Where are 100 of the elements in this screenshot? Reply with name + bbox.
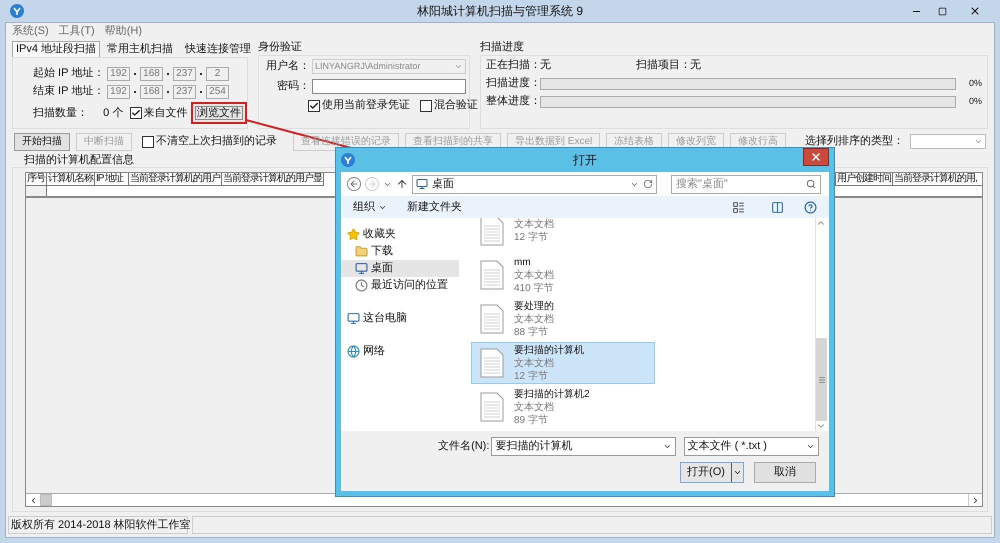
ip-octet-field[interactable]: 192 bbox=[107, 84, 130, 98]
star-icon bbox=[347, 228, 360, 241]
dot-separator bbox=[134, 72, 136, 74]
tab[interactable]: 常用主机扫描 bbox=[102, 42, 178, 57]
caret-icon bbox=[733, 468, 742, 477]
file-type: 文本文档 bbox=[514, 312, 554, 326]
menu-item[interactable]: 系统(S) bbox=[12, 24, 49, 38]
sort-type-label: 选择列排序的类型： bbox=[805, 135, 904, 148]
nav-item[interactable]: 最近访问的位置 bbox=[341, 277, 459, 294]
ip-octet-field[interactable]: 192 bbox=[107, 66, 130, 80]
refresh-icon[interactable] bbox=[643, 179, 653, 189]
nav-item[interactable]: 收藏夹 bbox=[341, 226, 459, 243]
file-item[interactable]: 文本文档 12 字节 bbox=[471, 218, 655, 252]
command-button[interactable]: 新建文件夹 bbox=[407, 200, 462, 214]
group-title: 身份验证 bbox=[258, 41, 302, 55]
command-button[interactable]: 组织 bbox=[353, 200, 387, 214]
up-icon[interactable] bbox=[396, 178, 408, 190]
caret-icon bbox=[974, 137, 983, 146]
maximize-icon bbox=[938, 6, 946, 16]
file-item[interactable]: 要处理的 文本文档 88 字节 bbox=[471, 298, 655, 340]
scroll-thumb[interactable] bbox=[40, 494, 52, 506]
window-title: 林阳城计算机扫描与管理系统 9 bbox=[417, 4, 583, 18]
file-size: 89 字节 bbox=[514, 414, 549, 426]
checkbox-label: 使用当前登录凭证 bbox=[322, 99, 410, 112]
cancel-button[interactable]: 取消 bbox=[754, 462, 816, 483]
dot-separator bbox=[134, 90, 136, 92]
file-size: 88 字节 bbox=[514, 326, 549, 338]
menu-item[interactable]: 工具(T) bbox=[58, 24, 95, 38]
clock-icon bbox=[355, 279, 368, 292]
file-name: 要扫描的计算机2 bbox=[514, 388, 590, 400]
field-label: 用户名： bbox=[265, 60, 311, 73]
progress-label: 整体进度： bbox=[486, 95, 540, 108]
dialog-title: 打开 bbox=[573, 154, 597, 166]
status-text: 版权所有 2014-2018 林阳软件工作室 bbox=[8, 516, 188, 534]
column-header[interactable]: 序号 bbox=[26, 173, 47, 186]
ip-label: 结束 IP 地址： bbox=[33, 85, 106, 98]
ip-octet-field[interactable]: 2 bbox=[206, 66, 229, 80]
checkbox[interactable] bbox=[142, 136, 154, 148]
file-item[interactable]: 要扫描的计算机2 文本文档 89 字节 bbox=[471, 386, 655, 428]
tab[interactable]: 快速连接管理 bbox=[180, 42, 256, 57]
file-type: 文本文档 bbox=[514, 268, 554, 282]
count-value: 0 个 bbox=[103, 106, 124, 120]
tab[interactable]: IPv4 地址段扫描 bbox=[12, 41, 100, 57]
search-field[interactable]: 搜索"桌面" bbox=[671, 174, 821, 194]
progress-reading: 0% bbox=[968, 95, 982, 108]
preview-pane-icon[interactable] bbox=[771, 200, 784, 214]
filename-field[interactable]: 要扫描的计算机 bbox=[491, 437, 676, 456]
text-document-icon bbox=[480, 348, 504, 378]
address-bar[interactable]: 桌面 bbox=[412, 174, 657, 194]
toolbar-button[interactable]: 开始扫描 bbox=[14, 132, 70, 150]
text-document-icon bbox=[480, 304, 504, 334]
open-button[interactable]: 打开(O) bbox=[680, 462, 744, 483]
text-document-icon bbox=[480, 392, 504, 422]
file-item[interactable]: mm 文本文档 410 字节 bbox=[471, 254, 655, 296]
file-name: 要扫描的计算机 bbox=[514, 344, 584, 356]
ip-octet-field[interactable]: 168 bbox=[140, 66, 163, 80]
checkbox-label: 来自文件 bbox=[144, 106, 189, 120]
ip-octet-field[interactable]: 168 bbox=[140, 84, 163, 98]
caret-icon bbox=[454, 62, 463, 71]
ip-octet-field[interactable]: 237 bbox=[173, 66, 196, 80]
view-options-icon[interactable] bbox=[732, 200, 745, 214]
progress-label: 扫描进度： bbox=[486, 77, 540, 90]
file-size: 410 字节 bbox=[514, 282, 554, 294]
nav-item[interactable]: 网络 bbox=[341, 343, 459, 360]
caret-icon bbox=[662, 442, 672, 451]
nav-item[interactable]: 下载 bbox=[341, 243, 459, 260]
vertical-scrollbar[interactable] bbox=[815, 218, 827, 431]
checkbox[interactable] bbox=[130, 107, 142, 119]
checkbox[interactable] bbox=[420, 100, 432, 112]
monitor-icon bbox=[355, 262, 368, 275]
app-logo-icon bbox=[341, 153, 355, 167]
checkbox[interactable] bbox=[308, 100, 320, 112]
checkbox-label: 不清空上次扫描到的记录 bbox=[156, 135, 277, 148]
close-icon bbox=[810, 151, 822, 163]
back-icon[interactable] bbox=[347, 177, 361, 191]
text-document-icon bbox=[480, 218, 504, 246]
help-icon[interactable] bbox=[804, 200, 817, 214]
file-type-dropdown[interactable]: 文本文件 ( *.txt ) bbox=[684, 437, 820, 456]
nav-item[interactable]: 桌面 bbox=[341, 260, 459, 277]
ip-label: 起始 IP 地址： bbox=[33, 67, 106, 80]
browse-button[interactable]: 浏览文件 bbox=[191, 102, 248, 124]
file-name: mm bbox=[514, 256, 532, 268]
globe-icon bbox=[347, 345, 360, 358]
field-label: 密码： bbox=[276, 80, 311, 93]
nav-item[interactable]: 这台电脑 bbox=[341, 310, 459, 327]
ip-octet-field[interactable]: 237 bbox=[173, 84, 196, 98]
file-item[interactable]: 要扫描的计算机 文本文档 12 字节 bbox=[471, 342, 655, 384]
section-title: 扫描的计算机配置信息 bbox=[24, 154, 134, 167]
status-value: 无 bbox=[540, 59, 552, 72]
monitor-icon bbox=[416, 178, 428, 190]
menu-item[interactable]: 帮助(H) bbox=[104, 24, 142, 38]
password-field[interactable] bbox=[312, 79, 466, 94]
scroll-right-icon[interactable] bbox=[971, 496, 980, 504]
close-button[interactable] bbox=[803, 148, 829, 166]
ip-octet-field[interactable]: 254 bbox=[206, 84, 229, 98]
count-label: 扫描数量： bbox=[33, 106, 89, 120]
search-icon bbox=[806, 179, 816, 189]
close-icon bbox=[969, 5, 981, 17]
dot-separator bbox=[167, 72, 169, 74]
caret-icon bbox=[806, 442, 816, 451]
